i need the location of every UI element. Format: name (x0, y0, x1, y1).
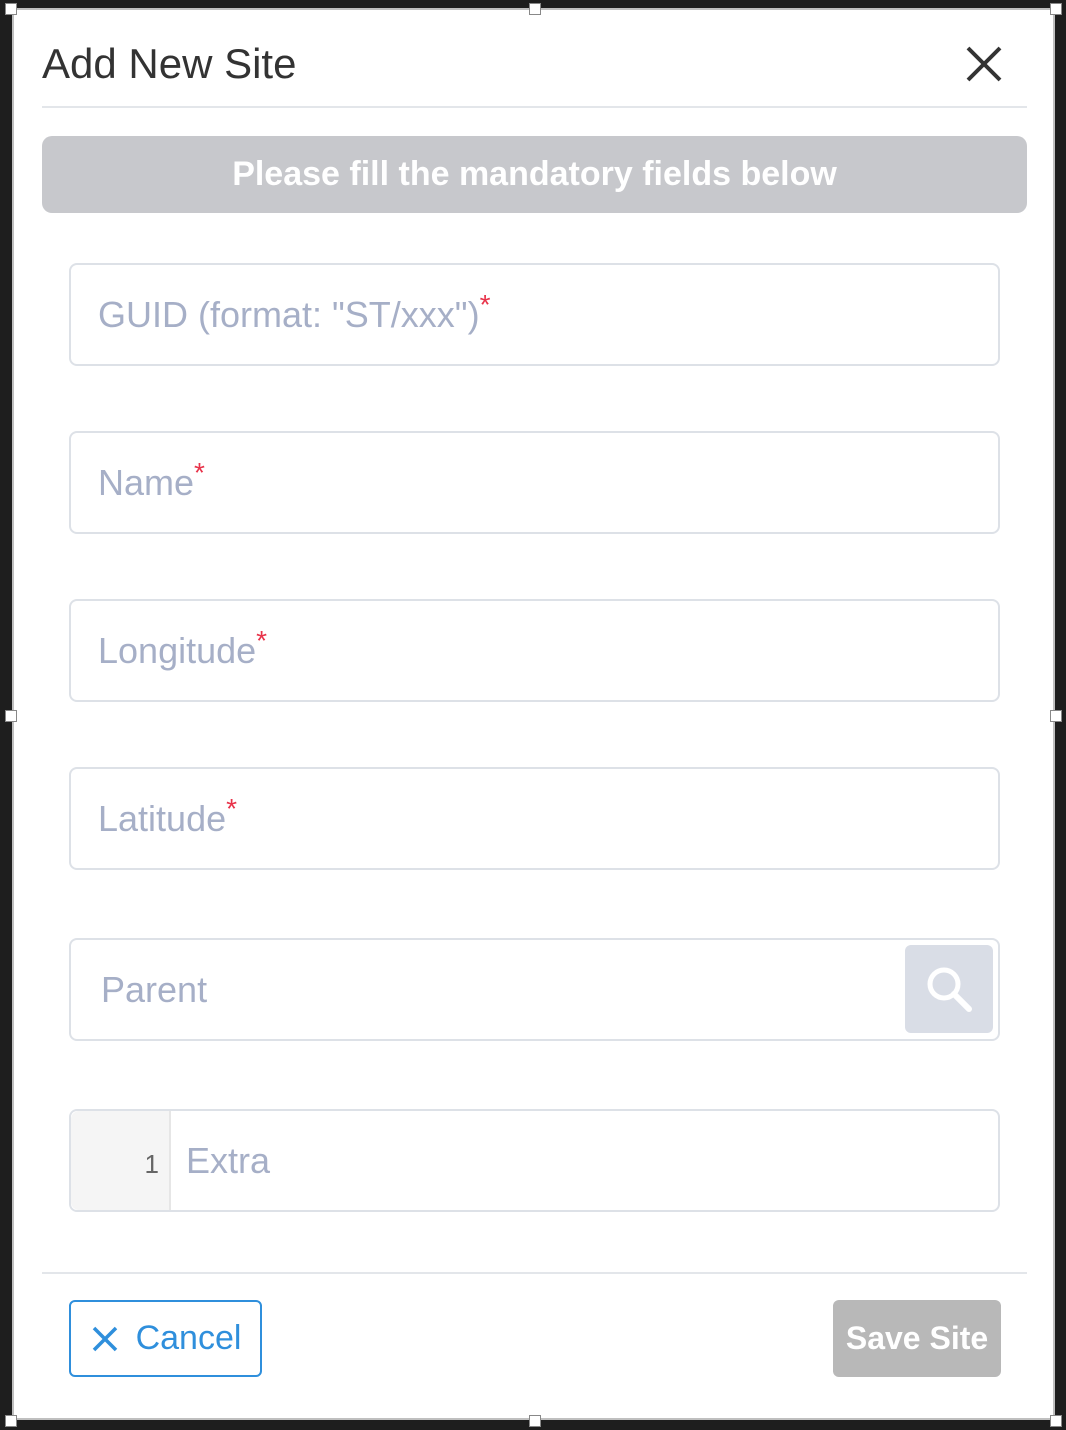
resize-handle[interactable] (529, 3, 541, 15)
mandatory-fields-banner: Please fill the mandatory fields below (42, 136, 1027, 213)
header-divider (42, 106, 1027, 108)
parent-field[interactable]: Parent (69, 938, 1000, 1041)
parent-placeholder: Parent (101, 968, 208, 1010)
extra-placeholder: Extra (186, 1139, 271, 1181)
latitude-placeholder-text: Latitude (98, 797, 227, 839)
parent-search-button[interactable] (905, 945, 993, 1033)
extra-editor[interactable]: 1 Extra (69, 1109, 1000, 1212)
close-icon (92, 1326, 117, 1351)
resize-handle[interactable] (5, 710, 17, 722)
latitude-field[interactable]: Latitude * (69, 767, 1000, 870)
longitude-placeholder-text: Longitude (98, 629, 257, 671)
guid-field[interactable]: GUID (format: "ST/xxx") * (69, 263, 1000, 366)
longitude-field[interactable]: Longitude * (69, 599, 1000, 702)
required-marker: * (226, 792, 238, 824)
resize-handle[interactable] (1050, 1415, 1062, 1427)
name-field[interactable]: Name * (69, 431, 1000, 534)
banner-text: Please fill the mandatory fields below (232, 155, 837, 193)
resize-handle[interactable] (1050, 710, 1062, 722)
latitude-placeholder: Latitude * (98, 769, 237, 868)
cancel-label: Cancel (135, 1319, 242, 1357)
resize-handle[interactable] (529, 1415, 541, 1427)
name-placeholder-text: Name (98, 461, 195, 503)
close-icon (966, 46, 1002, 82)
line-number: 1 (144, 1149, 159, 1179)
longitude-placeholder: Longitude * (98, 601, 267, 700)
resize-handle[interactable] (5, 3, 17, 15)
close-button[interactable] (960, 40, 1008, 88)
required-marker: * (194, 456, 205, 488)
add-site-dialog: Add New Site Please fill the mandatory f… (12, 8, 1055, 1420)
required-marker: * (256, 624, 268, 656)
guid-placeholder-text: GUID (format: "ST/xxx") (98, 293, 480, 335)
required-marker: * (479, 288, 491, 320)
footer-divider (42, 1272, 1027, 1274)
dialog-title: Add New Site (42, 40, 297, 87)
resize-handle[interactable] (1050, 3, 1062, 15)
name-placeholder: Name * (98, 433, 205, 532)
save-site-button[interactable]: Save Site (833, 1300, 1001, 1377)
cancel-button[interactable]: Cancel (69, 1300, 262, 1377)
line-number-gutter: 1 (71, 1111, 171, 1210)
resize-handle[interactable] (5, 1415, 17, 1427)
guid-placeholder: GUID (format: "ST/xxx") * (98, 265, 490, 364)
save-label: Save Site (845, 1320, 989, 1356)
search-icon (927, 967, 972, 1012)
